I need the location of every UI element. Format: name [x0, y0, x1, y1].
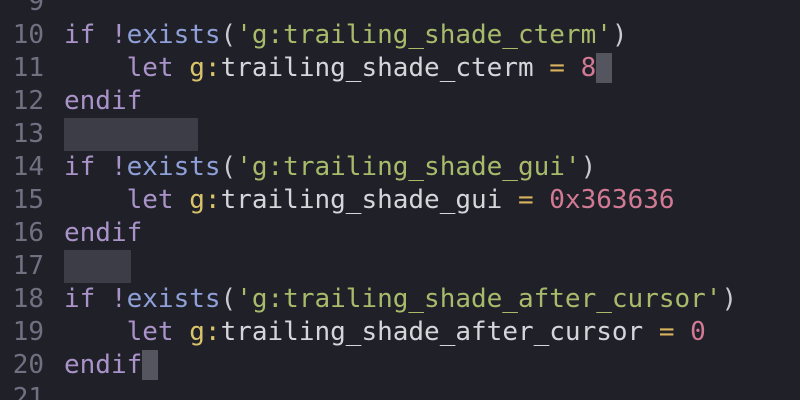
variable-name: trailing_shade_after_cursor [220, 317, 644, 347]
code-area[interactable]: if !exists('g:trailing_shade_cterm') let… [64, 0, 800, 400]
string-literal: 'g:trailing_shade_cterm' [236, 20, 612, 50]
paren-close: ) [580, 152, 597, 182]
keyword-endif: endif [64, 350, 143, 380]
line-number: 16 [12, 218, 44, 248]
scope-prefix: g: [189, 185, 221, 215]
function-exists: exists [126, 152, 221, 182]
code-line-15[interactable]: let g:trailing_shade_gui = 0x363636 [64, 184, 800, 217]
keyword-let: let [126, 53, 174, 83]
operator-not: ! [95, 284, 127, 314]
code-line-10[interactable]: if !exists('g:trailing_shade_cterm') [64, 19, 800, 52]
number-literal: 0x363636 [549, 185, 675, 215]
keyword-if: if [64, 152, 96, 182]
keyword-endif: endif [64, 218, 143, 248]
line-number: 19 [12, 317, 44, 347]
assign-operator: = [502, 185, 550, 215]
paren-open: ( [220, 20, 237, 50]
code-line-16[interactable]: endif [64, 217, 800, 250]
code-line-13[interactable] [64, 118, 800, 151]
code-line-9[interactable] [64, 0, 800, 19]
code-line-20[interactable]: endif [64, 349, 800, 382]
paren-open: ( [220, 284, 237, 314]
line-number-gutter: 9 10 11 12 13 14 15 16 17 18 19 20 21 [0, 0, 54, 400]
keyword-let: let [126, 185, 174, 215]
keyword-if: if [64, 284, 96, 314]
code-line-11[interactable]: let g:trailing_shade_cterm = 8 [64, 52, 800, 85]
keyword-endif: endif [64, 86, 143, 116]
string-literal: 'g:trailing_shade_gui' [236, 152, 581, 182]
line-number: 9 [28, 0, 44, 17]
line-number: 21 [12, 383, 44, 400]
paren-open: ( [220, 152, 237, 182]
function-exists: exists [126, 284, 221, 314]
line-number: 18 [12, 284, 44, 314]
number-literal: 0 [690, 317, 706, 347]
code-line-12[interactable]: endif [64, 85, 800, 118]
line-number: 12 [12, 86, 44, 116]
operator-not: ! [95, 152, 127, 182]
string-literal: 'g:trailing_shade_after_cursor' [236, 284, 722, 314]
code-line-19[interactable]: let g:trailing_shade_after_cursor = 0 [64, 316, 800, 349]
paren-close: ) [611, 20, 628, 50]
line-number: 17 [12, 251, 44, 281]
code-line-17[interactable] [64, 250, 800, 283]
code-editor[interactable]: 9 10 11 12 13 14 15 16 17 18 19 20 21 if… [0, 0, 800, 400]
variable-name: trailing_shade_gui [220, 185, 503, 215]
variable-name: trailing_shade_cterm [220, 53, 534, 83]
scope-prefix: g: [189, 317, 221, 347]
assign-operator: = [643, 317, 691, 347]
line-number: 20 [12, 350, 44, 380]
code-line-14[interactable]: if !exists('g:trailing_shade_gui') [64, 151, 800, 184]
operator-not: ! [95, 20, 127, 50]
line-number: 14 [12, 152, 44, 182]
keyword-let: let [126, 317, 174, 347]
line-number: 13 [12, 119, 44, 149]
trailing-whitespace-shade [64, 118, 198, 151]
function-exists: exists [126, 20, 221, 50]
code-line-21[interactable] [64, 382, 800, 400]
keyword-if: if [64, 20, 96, 50]
code-line-18[interactable]: if !exists('g:trailing_shade_after_curso… [64, 283, 800, 316]
paren-close: ) [721, 284, 738, 314]
trailing-shade-block [596, 52, 613, 83]
trailing-whitespace-shade [64, 250, 131, 283]
line-number: 11 [12, 53, 44, 83]
line-number: 15 [12, 185, 44, 215]
text-cursor [142, 349, 159, 380]
scope-prefix: g: [189, 53, 221, 83]
assign-operator: = [533, 53, 581, 83]
number-literal: 8 [580, 53, 597, 83]
line-number: 10 [12, 20, 44, 50]
